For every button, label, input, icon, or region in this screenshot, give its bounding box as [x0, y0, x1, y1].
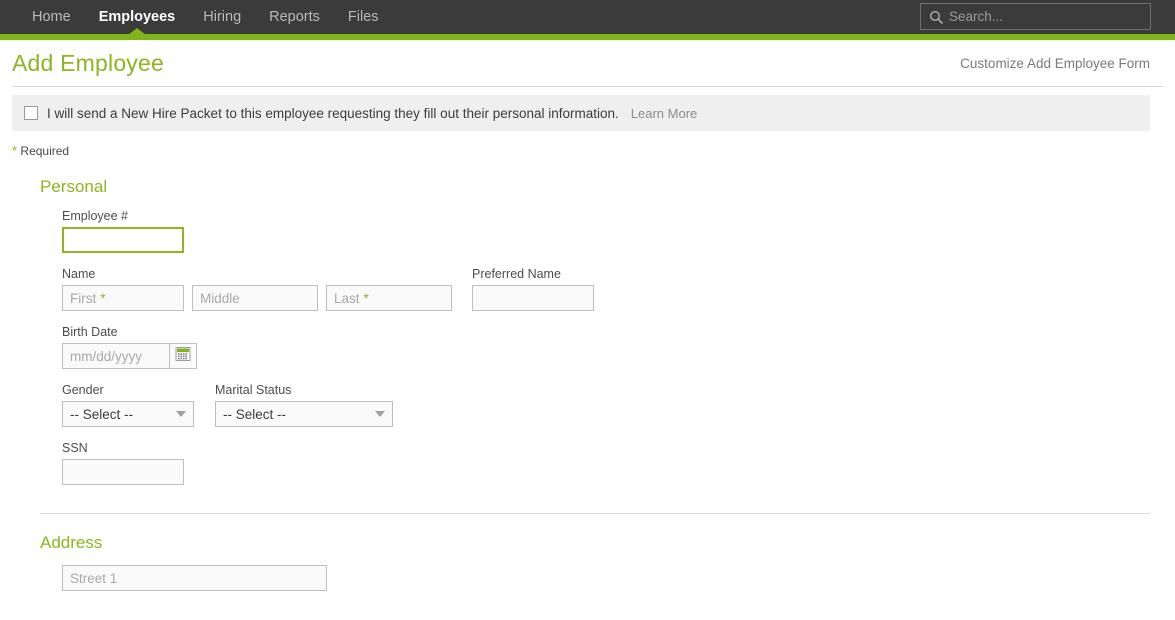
top-navigation-bar: Home Employees Hiring Reports Files [0, 0, 1175, 34]
nav-item-label: Home [32, 9, 71, 25]
section-personal: Personal Employee # Name First * Middl [40, 177, 1175, 485]
last-name-input[interactable]: Last * [326, 285, 452, 311]
required-note-text: Required [20, 144, 69, 158]
nav-item-home[interactable]: Home [18, 0, 85, 34]
field-name-group: Name First * Middle Last * [62, 267, 452, 311]
nav-item-label: Files [348, 9, 379, 25]
required-note: * Required [12, 143, 1175, 158]
section-title-personal: Personal [40, 177, 1175, 197]
name-label: Name [62, 267, 452, 281]
nav-item-label: Hiring [203, 9, 241, 25]
birth-date-label: Birth Date [62, 325, 1175, 339]
active-tab-pointer-icon [128, 28, 146, 35]
ssn-input[interactable] [62, 459, 184, 485]
marital-status-selected-value: -- Select -- [223, 407, 286, 422]
header-divider [12, 86, 1163, 87]
street1-input[interactable] [62, 565, 327, 591]
first-name-input[interactable]: First * [62, 285, 184, 311]
page-header: Add Employee Customize Add Employee Form [0, 40, 1175, 86]
new-hire-packet-label: I will send a New Hire Packet to this em… [47, 106, 619, 121]
nav-item-reports[interactable]: Reports [255, 0, 334, 34]
customize-form-link[interactable]: Customize Add Employee Form [960, 56, 1150, 71]
first-name-required-asterisk: * [100, 291, 105, 306]
section-address: Address [40, 533, 1175, 591]
chevron-down-icon [176, 411, 186, 417]
first-name-placeholder: First [70, 291, 96, 306]
field-marital-status: Marital Status -- Select -- [215, 383, 393, 427]
field-birth-date: Birth Date [62, 325, 1175, 369]
section-title-address: Address [40, 533, 1175, 553]
page-title: Add Employee [12, 50, 164, 77]
required-asterisk: * [12, 143, 17, 158]
learn-more-link[interactable]: Learn More [631, 106, 697, 121]
search-input[interactable] [949, 9, 1142, 24]
calendar-picker-button[interactable] [170, 343, 197, 369]
middle-name-placeholder: Middle [200, 291, 240, 306]
employee-number-label: Employee # [62, 209, 1175, 223]
ssn-label: SSN [62, 441, 1175, 455]
search-icon [929, 10, 943, 24]
new-hire-packet-notice: I will send a New Hire Packet to this em… [12, 95, 1150, 131]
last-name-required-asterisk: * [364, 291, 369, 306]
field-ssn: SSN [62, 441, 1175, 485]
address-fields [62, 565, 1175, 591]
nav-item-hiring[interactable]: Hiring [189, 0, 255, 34]
gender-selected-value: -- Select -- [70, 407, 133, 422]
calendar-icon [175, 346, 191, 367]
nav-item-employees[interactable]: Employees [85, 0, 190, 34]
name-inputs-row: First * Middle Last * [62, 285, 452, 311]
gender-label: Gender [62, 383, 194, 397]
birth-date-control [62, 343, 1175, 369]
new-hire-packet-checkbox[interactable] [24, 106, 38, 120]
nav-item-label: Employees [99, 9, 176, 25]
birth-date-input[interactable] [62, 343, 170, 369]
nav-item-files[interactable]: Files [334, 0, 393, 34]
chevron-down-icon [375, 411, 385, 417]
field-gender: Gender -- Select -- [62, 383, 194, 427]
nav-item-label: Reports [269, 9, 320, 25]
personal-fields: Employee # Name First * Middle [62, 209, 1175, 485]
preferred-name-input[interactable] [472, 285, 594, 311]
middle-name-input[interactable]: Middle [192, 285, 318, 311]
gender-select[interactable]: -- Select -- [62, 401, 194, 427]
section-divider [40, 513, 1150, 514]
marital-status-select[interactable]: -- Select -- [215, 401, 393, 427]
field-employee-number: Employee # [62, 209, 1175, 253]
marital-status-label: Marital Status [215, 383, 393, 397]
last-name-placeholder: Last [334, 291, 360, 306]
main-nav: Home Employees Hiring Reports Files [18, 0, 393, 34]
employee-number-input[interactable] [62, 227, 184, 253]
field-preferred-name: Preferred Name [472, 267, 594, 311]
preferred-name-label: Preferred Name [472, 267, 594, 281]
search-box[interactable] [920, 3, 1151, 30]
